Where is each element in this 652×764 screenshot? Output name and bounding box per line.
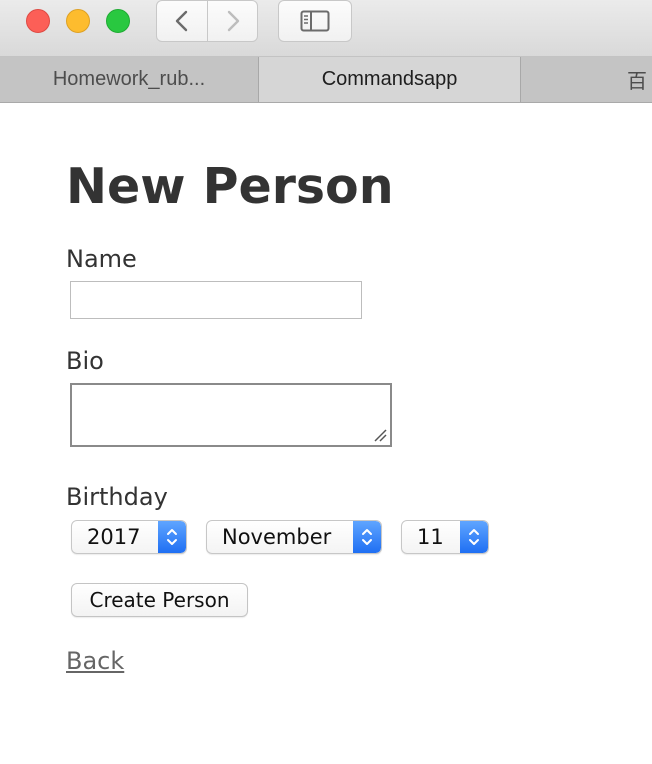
resize-grip-icon[interactable]	[372, 427, 388, 443]
tab-commandsapp[interactable]: Commandsapp	[259, 57, 521, 102]
select-arrows-icon	[158, 521, 186, 553]
tab-label: Homework_rub...	[52, 68, 206, 90]
minimize-window-button[interactable]	[66, 9, 90, 33]
select-arrows-icon	[353, 521, 381, 553]
create-person-button[interactable]: Create Person	[71, 583, 248, 617]
selected-year: 2017	[87, 525, 141, 549]
tab-label: 百	[627, 71, 647, 93]
selected-day: 11	[417, 525, 444, 549]
tab-third[interactable]: 百	[521, 57, 652, 102]
tab-homework[interactable]: Homework_rub...	[0, 57, 259, 102]
zoom-window-button[interactable]	[106, 9, 130, 33]
tab-label: Commandsapp	[321, 68, 458, 90]
tab-bar: Homework_rub... Commandsapp 百	[0, 57, 652, 103]
bio-textarea[interactable]	[70, 383, 392, 447]
birthday-day-select[interactable]: 11	[401, 520, 489, 554]
forward-button[interactable]	[208, 0, 258, 42]
birthday-year-select[interactable]: 2017	[71, 520, 187, 554]
birthday-label: Birthday	[66, 483, 168, 511]
name-label: Name	[66, 245, 137, 273]
back-link[interactable]: Back	[66, 646, 124, 676]
bio-label: Bio	[66, 347, 104, 375]
sidebar-icon	[300, 10, 330, 32]
selected-month: November	[222, 525, 332, 549]
chevron-right-icon	[227, 10, 239, 32]
chevron-left-icon	[175, 10, 188, 32]
back-button[interactable]	[156, 0, 208, 42]
page-title: New Person	[66, 158, 394, 215]
page-content: New Person Name Bio Birthday 2017 Novemb…	[0, 103, 652, 764]
select-arrows-icon	[460, 521, 488, 553]
browser-toolbar	[0, 0, 652, 57]
close-window-button[interactable]	[26, 9, 50, 33]
name-input[interactable]	[70, 281, 362, 319]
birthday-month-select[interactable]: November	[206, 520, 382, 554]
browser-window: Homework_rub... Commandsapp 百 New Person…	[0, 0, 652, 764]
sidebar-toggle-button[interactable]	[278, 0, 352, 42]
